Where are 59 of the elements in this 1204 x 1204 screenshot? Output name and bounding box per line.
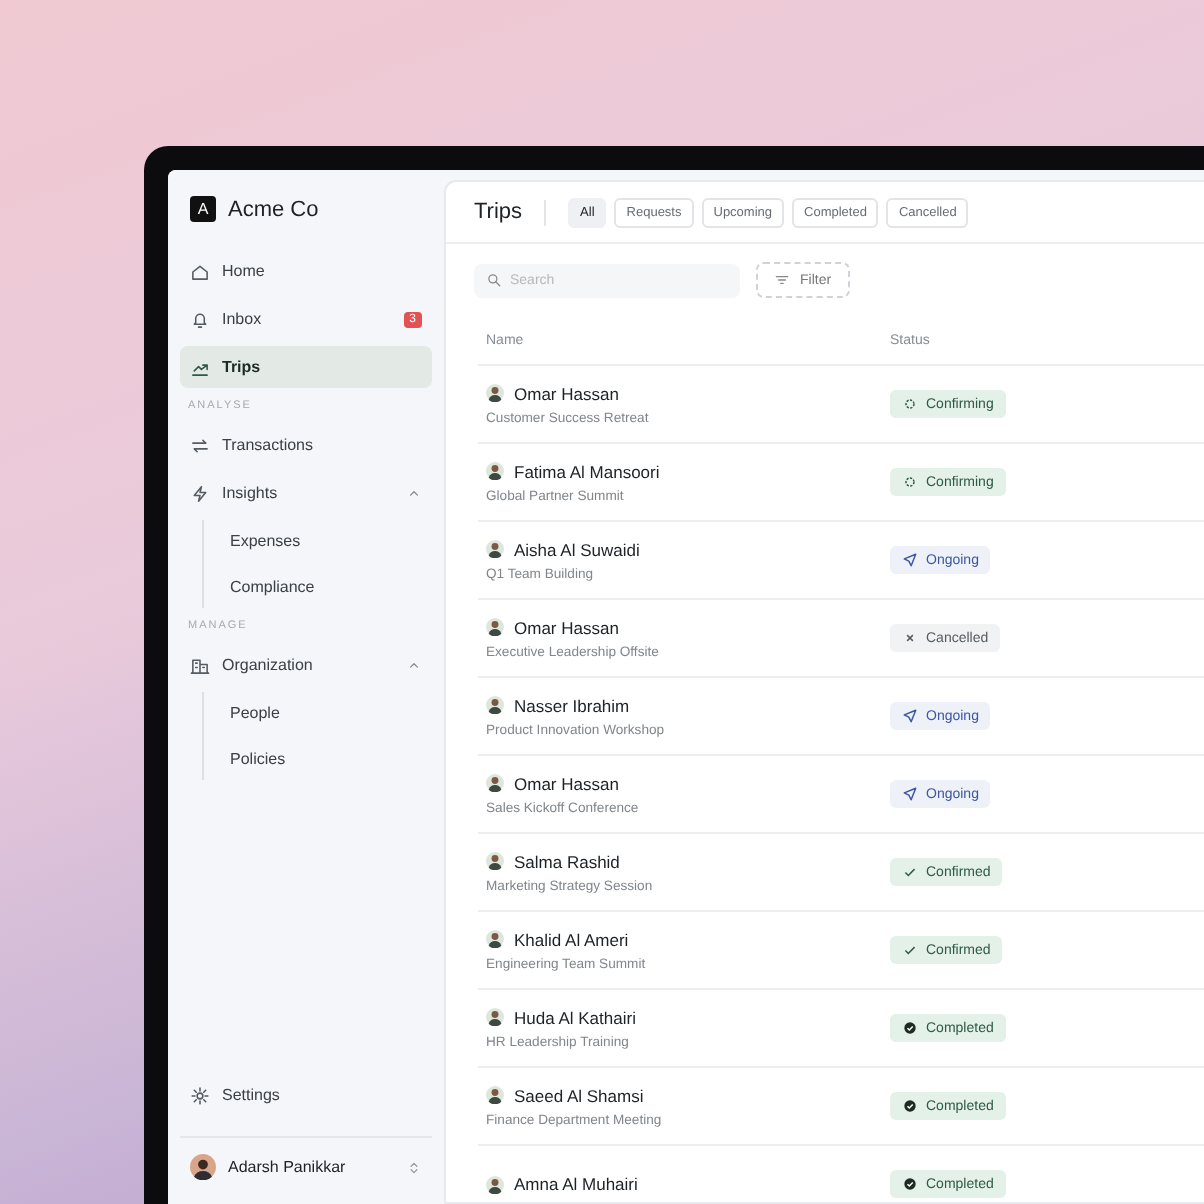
nav-item[interactable]: Transactions [180, 424, 432, 466]
avatar [486, 462, 504, 480]
avatar [190, 1154, 216, 1180]
lightning-icon [190, 483, 210, 503]
traveler-name: Nasser Ibrahim [514, 695, 630, 715]
send-icon [902, 708, 918, 724]
user-menu[interactable]: Adarsh Panikkar [180, 1136, 432, 1204]
avatar [486, 540, 504, 558]
avatar [486, 930, 504, 948]
chevron-up-icon [406, 657, 422, 673]
traveler-name: Saeed Al Shamsi [514, 1085, 644, 1105]
avatar [486, 1008, 504, 1026]
settings-icon [190, 1085, 210, 1105]
spinner-icon [902, 396, 918, 412]
nav-subitem[interactable]: People [230, 692, 432, 734]
chevron-updown-icon [406, 1159, 422, 1175]
settings-item[interactable]: Settings [180, 1074, 432, 1116]
check-circle-icon [902, 1098, 918, 1114]
page-title: Trips [474, 200, 523, 224]
avatar [486, 774, 504, 792]
traveler-name: Omar Hassan [514, 617, 619, 637]
send-icon [902, 552, 918, 568]
home-icon [190, 261, 210, 281]
avatar [486, 852, 504, 870]
traveler-name: Omar Hassan [514, 383, 619, 403]
logo: A [190, 196, 216, 222]
traveler-name: Khalid Al Ameri [514, 929, 629, 949]
traveler-name: Huda Al Kathairi [514, 1007, 636, 1027]
filter-icon [774, 272, 790, 288]
avatar [486, 384, 504, 402]
traveler-name: Fatima Al Mansoori [514, 461, 660, 481]
check-circle-icon [902, 1020, 918, 1036]
traveler-name: Amna Al Muhairi [514, 1174, 638, 1194]
nav-subitem[interactable]: Expenses [230, 520, 432, 562]
traveler-name: Aisha Al Suwaidi [514, 539, 640, 559]
company-name: Acme Co [228, 197, 319, 221]
nav-item[interactable]: Organization [180, 644, 432, 686]
avatar [486, 1175, 504, 1193]
check-circle-icon [902, 1176, 918, 1192]
close-icon [902, 630, 918, 646]
chevron-up-icon [406, 485, 422, 501]
traveler-name: Omar Hassan [514, 773, 619, 793]
bell-icon [190, 309, 210, 329]
avatar [486, 618, 504, 636]
building-icon [190, 655, 210, 675]
arrows-icon [190, 435, 210, 455]
nav-item[interactable]: Trips [180, 346, 432, 388]
nav-item[interactable]: Insights [180, 472, 432, 514]
check-icon [902, 864, 918, 880]
traveler-name: Salma Rashid [514, 851, 620, 871]
send-icon [902, 786, 918, 802]
spinner-icon [902, 474, 918, 490]
check-icon [902, 942, 918, 958]
avatar [486, 1086, 504, 1104]
search-icon [486, 272, 502, 288]
avatar [486, 696, 504, 714]
nav-subitem[interactable]: Policies [230, 738, 432, 780]
nav-subitem[interactable]: Compliance [230, 566, 432, 608]
nav-item[interactable]: Home [180, 250, 432, 292]
